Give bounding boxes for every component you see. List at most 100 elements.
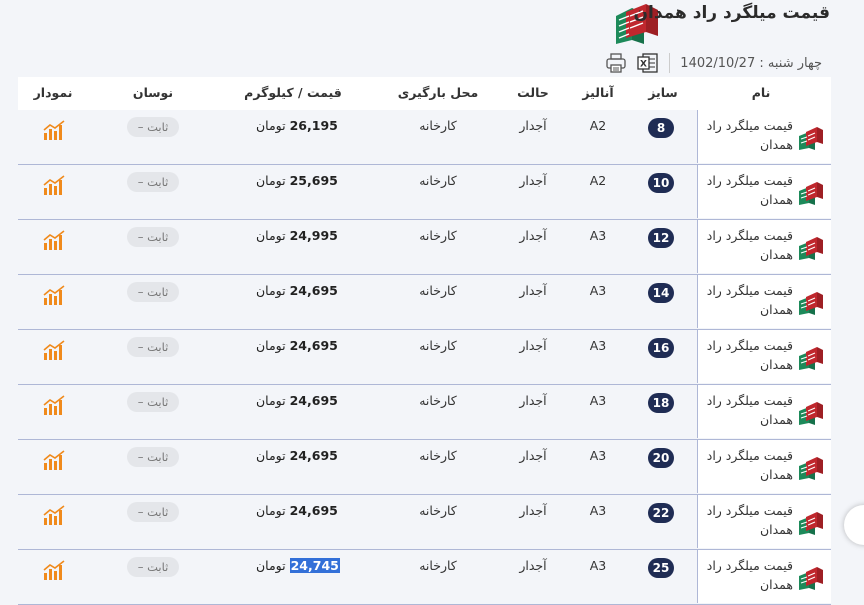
- chart-icon[interactable]: [42, 174, 66, 196]
- table-row[interactable]: قیمت میلگرد راد همدان 22 A3 آجدار کارخان…: [18, 495, 831, 550]
- col-name[interactable]: نام: [711, 77, 811, 110]
- product-name[interactable]: قیمت میلگرد راد همدان: [703, 446, 793, 484]
- change-badge: ثابت –: [127, 117, 179, 137]
- price-number: 25,695: [289, 173, 338, 188]
- size-badge: 25: [648, 558, 674, 578]
- table-row[interactable]: قیمت میلگرد راد همدان 10 A2 آجدار کارخان…: [18, 165, 831, 220]
- product-name[interactable]: قیمت میلگرد راد همدان: [703, 336, 793, 374]
- col-state[interactable]: حالت: [513, 77, 553, 110]
- product-name[interactable]: قیمت میلگرد راد همدان: [703, 281, 793, 319]
- currency-label: تومان: [256, 503, 286, 518]
- table-row[interactable]: قیمت میلگرد راد همدان 25 A3 آجدار کارخان…: [18, 550, 831, 605]
- size-badge: 20: [648, 448, 674, 468]
- product-cell[interactable]: قیمت میلگرد راد همدان: [697, 385, 831, 438]
- rebar-product-icon: [797, 234, 827, 260]
- chart-icon[interactable]: [42, 449, 66, 471]
- price-value: 25,695 تومان: [256, 173, 338, 188]
- size-badge: 8: [648, 118, 674, 138]
- change-badge: ثابت –: [127, 392, 179, 412]
- product-name[interactable]: قیمت میلگرد راد همدان: [703, 226, 793, 264]
- analysis-value: A3: [589, 503, 607, 518]
- product-cell[interactable]: قیمت میلگرد راد همدان: [697, 330, 831, 383]
- product-name[interactable]: قیمت میلگرد راد همدان: [703, 116, 793, 154]
- rebar-product-icon: [797, 344, 827, 370]
- currency-label: تومان: [256, 448, 286, 463]
- chart-icon[interactable]: [42, 339, 66, 361]
- rebar-product-icon: [797, 454, 827, 480]
- analysis-value: A2: [589, 118, 607, 133]
- col-chart[interactable]: نمودار: [30, 77, 76, 110]
- analysis-value: A3: [589, 338, 607, 353]
- rebar-product-icon: [797, 509, 827, 535]
- analysis-value: A3: [589, 228, 607, 243]
- loading-value: کارخانه: [419, 338, 457, 353]
- loading-value: کارخانه: [419, 503, 457, 518]
- product-cell[interactable]: قیمت میلگرد راد همدان: [697, 495, 831, 548]
- loading-value: کارخانه: [419, 558, 457, 573]
- table-row[interactable]: قیمت میلگرد راد همدان 14 A3 آجدار کارخان…: [18, 275, 831, 330]
- divider: [669, 53, 671, 73]
- price-value: 24,745 تومان: [256, 558, 340, 573]
- price-number: 24,745: [289, 558, 340, 573]
- currency-label: تومان: [256, 338, 286, 353]
- price-value: 26,195 تومان: [256, 118, 338, 133]
- page-header: قیمت میلگرد راد همدان: [0, 0, 864, 48]
- col-price[interactable]: قیمت / کیلوگرم: [243, 77, 343, 110]
- currency-label: تومان: [256, 118, 286, 133]
- product-cell[interactable]: قیمت میلگرد راد همدان: [697, 165, 831, 218]
- rebar-product-icon: [797, 179, 827, 205]
- price-number: 24,695: [289, 503, 338, 518]
- product-cell[interactable]: قیمت میلگرد راد همدان: [697, 220, 831, 273]
- col-change[interactable]: نوسان: [128, 77, 178, 110]
- currency-label: تومان: [256, 173, 286, 188]
- size-badge: 10: [648, 173, 674, 193]
- change-badge: ثابت –: [127, 227, 179, 247]
- table-header: نام سایز آنالیز حالت محل بارگیری قیمت / …: [18, 77, 831, 111]
- page-title: قیمت میلگرد راد همدان: [633, 3, 831, 23]
- price-number: 26,195: [289, 118, 338, 133]
- col-size[interactable]: سایز: [643, 77, 683, 110]
- size-badge: 16: [648, 338, 674, 358]
- state-value: آجدار: [519, 338, 547, 353]
- analysis-value: A3: [589, 558, 607, 573]
- size-badge: 14: [648, 283, 674, 303]
- print-icon[interactable]: [605, 52, 627, 74]
- analysis-value: A3: [589, 283, 607, 298]
- size-badge: 22: [648, 503, 674, 523]
- currency-label: تومان: [256, 558, 286, 573]
- size-badge: 18: [648, 393, 674, 413]
- product-name[interactable]: قیمت میلگرد راد همدان: [703, 501, 793, 539]
- product-name[interactable]: قیمت میلگرد راد همدان: [703, 171, 793, 209]
- analysis-value: A3: [589, 393, 607, 408]
- col-analysis[interactable]: آنالیز: [578, 77, 618, 110]
- table-row[interactable]: قیمت میلگرد راد همدان 20 A3 آجدار کارخان…: [18, 440, 831, 495]
- product-name[interactable]: قیمت میلگرد راد همدان: [703, 556, 793, 594]
- table-row[interactable]: قیمت میلگرد راد همدان 8 A2 آجدار کارخانه…: [18, 110, 831, 165]
- state-value: آجدار: [519, 503, 547, 518]
- product-cell[interactable]: قیمت میلگرد راد همدان: [697, 550, 831, 603]
- table-row[interactable]: قیمت میلگرد راد همدان 12 A3 آجدار کارخان…: [18, 220, 831, 275]
- table-row[interactable]: قیمت میلگرد راد همدان 18 A3 آجدار کارخان…: [18, 385, 831, 440]
- chart-icon[interactable]: [42, 119, 66, 141]
- chart-icon[interactable]: [42, 559, 66, 581]
- price-value: 24,695 تومان: [256, 338, 338, 353]
- state-value: آجدار: [519, 118, 547, 133]
- chart-icon[interactable]: [42, 504, 66, 526]
- chart-icon[interactable]: [42, 284, 66, 306]
- table-row[interactable]: قیمت میلگرد راد همدان 16 A3 آجدار کارخان…: [18, 330, 831, 385]
- loading-value: کارخانه: [419, 393, 457, 408]
- product-cell[interactable]: قیمت میلگرد راد همدان: [697, 440, 831, 493]
- date-label: چهار شنبه : 1402/10/27: [680, 55, 822, 71]
- product-cell[interactable]: قیمت میلگرد راد همدان: [697, 110, 831, 163]
- product-cell[interactable]: قیمت میلگرد راد همدان: [697, 275, 831, 328]
- scroll-button[interactable]: [844, 505, 864, 545]
- product-name[interactable]: قیمت میلگرد راد همدان: [703, 391, 793, 429]
- change-badge: ثابت –: [127, 447, 179, 467]
- state-value: آجدار: [519, 228, 547, 243]
- chart-icon[interactable]: [42, 229, 66, 251]
- excel-icon[interactable]: X: [637, 52, 659, 74]
- chart-icon[interactable]: [42, 394, 66, 416]
- col-loading[interactable]: محل بارگیری: [393, 77, 483, 110]
- rebar-product-icon: [797, 289, 827, 315]
- loading-value: کارخانه: [419, 228, 457, 243]
